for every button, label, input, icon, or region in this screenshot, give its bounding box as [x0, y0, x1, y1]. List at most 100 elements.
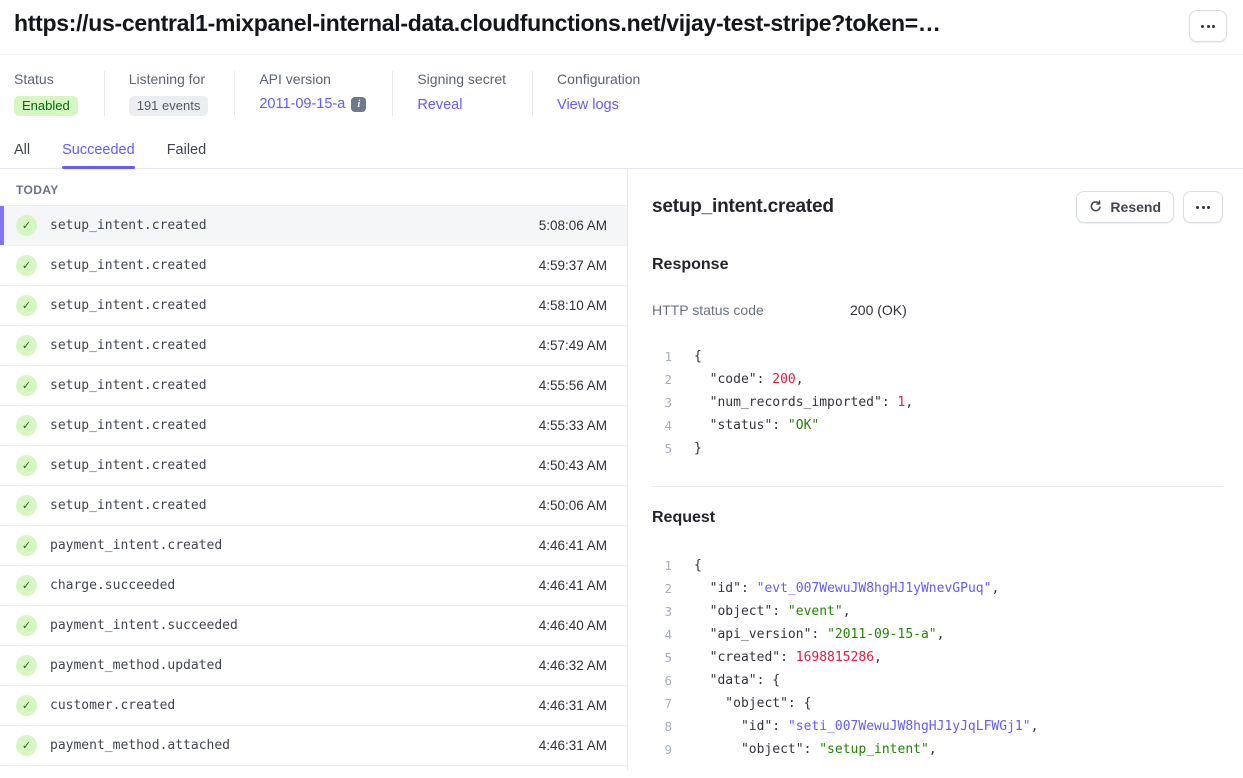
event-time: 5:08:06 AM: [539, 218, 607, 233]
event-name: payment_method.updated: [50, 658, 539, 673]
event-name: payment_intent.succeeded: [50, 618, 539, 633]
event-time: 4:55:33 AM: [539, 418, 607, 433]
tab-failed[interactable]: Failed: [167, 142, 207, 168]
event-list-row[interactable]: ✓ customer.created 4:46:31 AM: [0, 686, 627, 726]
stat-configuration: Configuration View logs: [532, 71, 666, 116]
event-name: setup_intent.created: [50, 418, 539, 433]
event-list-row[interactable]: ✓ setup_intent.created 4:50:43 AM: [0, 446, 627, 486]
info-icon[interactable]: i: [351, 97, 366, 112]
event-detail-title: setup_intent.created: [652, 196, 834, 218]
check-icon: ✓: [16, 295, 37, 316]
tab-all[interactable]: All: [14, 142, 30, 168]
event-detail-panel: setup_intent.created Resend Response: [628, 169, 1243, 770]
check-icon: ✓: [16, 655, 37, 676]
event-list-row[interactable]: ✓ setup_intent.created 5:08:06 AM: [0, 206, 627, 246]
check-icon: ✓: [16, 535, 37, 556]
event-list-row[interactable]: ✓ setup_intent.created 4:50:06 AM: [0, 486, 627, 526]
event-name: payment_method.attached: [50, 738, 539, 753]
check-icon: ✓: [16, 335, 37, 356]
reveal-secret-link[interactable]: Reveal: [417, 97, 462, 113]
event-name: setup_intent.created: [50, 298, 539, 313]
resend-icon: [1089, 200, 1103, 214]
check-icon: ✓: [16, 455, 37, 476]
status-badge: Enabled: [14, 96, 78, 116]
response-heading: Response: [652, 256, 1223, 274]
check-icon: ✓: [16, 375, 37, 396]
stat-label: Listening for: [129, 71, 209, 87]
header-overflow-button[interactable]: [1189, 10, 1227, 42]
event-list-row[interactable]: ✓ setup_intent.created 4:58:10 AM: [0, 286, 627, 326]
event-list-row[interactable]: ✓ setup_intent.created 4:55:33 AM: [0, 406, 627, 446]
check-icon: ✓: [16, 575, 37, 596]
filter-tabs: All Succeeded Failed: [0, 116, 1243, 169]
event-time: 4:46:40 AM: [539, 618, 607, 633]
tab-succeeded[interactable]: Succeeded: [62, 142, 135, 168]
resend-button[interactable]: Resend: [1076, 191, 1174, 223]
check-icon: ✓: [16, 735, 37, 756]
stat-status: Status Enabled: [14, 71, 104, 116]
event-name: setup_intent.created: [50, 338, 539, 353]
check-icon: ✓: [16, 215, 37, 236]
event-time: 4:55:56 AM: [539, 378, 607, 393]
event-list-row[interactable]: ✓ payment_intent.succeeded 4:46:40 AM: [0, 606, 627, 646]
ellipsis-icon: [1196, 206, 1199, 209]
event-time: 4:50:43 AM: [539, 458, 607, 473]
ellipsis-icon: [1207, 25, 1210, 28]
check-icon: ✓: [16, 615, 37, 636]
event-list-panel: TODAY ✓ setup_intent.created 5:08:06 AM …: [0, 169, 628, 770]
view-logs-link[interactable]: View logs: [557, 97, 619, 113]
event-name: setup_intent.created: [50, 378, 539, 393]
event-name: charge.succeeded: [50, 578, 539, 593]
event-list-row[interactable]: ✓ payment_intent.created 4:46:41 AM: [0, 526, 627, 566]
request-code-block: 1{2 "id": "evt_007WewuJW8hgHJ1yWnevGPuq"…: [652, 554, 1223, 761]
content-split: TODAY ✓ setup_intent.created 5:08:06 AM …: [0, 169, 1243, 770]
ellipsis-icon: [1212, 25, 1215, 28]
http-status-row: HTTP status code 200 (OK): [652, 302, 1223, 318]
event-list-row[interactable]: ✓ setup_intent.created 4:57:49 AM: [0, 326, 627, 366]
list-group-header: TODAY: [0, 169, 627, 206]
page-title: https://us-central1-mixpanel-internal-da…: [14, 10, 941, 37]
event-name: setup_intent.created: [50, 498, 539, 513]
event-list-row[interactable]: ✓ payment_method.attached 4:46:31 AM: [0, 726, 627, 766]
ellipsis-icon: [1207, 206, 1210, 209]
http-status-value: 200 (OK): [850, 302, 907, 318]
event-time: 4:58:10 AM: [539, 298, 607, 313]
event-time: 4:46:32 AM: [539, 658, 607, 673]
event-name: payment_intent.created: [50, 538, 539, 553]
stat-listening-for: Listening for 191 events: [104, 71, 235, 116]
ellipsis-icon: [1202, 206, 1205, 209]
stat-label: Configuration: [557, 71, 640, 87]
ellipsis-icon: [1201, 25, 1204, 28]
request-section: Request 1{2 "id": "evt_007WewuJW8hgHJ1yW…: [652, 486, 1223, 761]
event-name: setup_intent.created: [50, 458, 539, 473]
event-name: setup_intent.created: [50, 218, 539, 233]
event-list-row[interactable]: ✓ charge.succeeded 4:46:41 AM: [0, 566, 627, 606]
check-icon: ✓: [16, 695, 37, 716]
event-time: 4:57:49 AM: [539, 338, 607, 353]
event-time: 4:59:37 AM: [539, 258, 607, 273]
response-code-block: 1{2 "code": 200,3 "num_records_imported"…: [652, 345, 1223, 460]
detail-overflow-button[interactable]: [1183, 191, 1223, 223]
resend-button-label: Resend: [1110, 199, 1161, 215]
stat-signing-secret: Signing secret Reveal: [392, 71, 532, 116]
event-list-row[interactable]: ✓ setup_intent.created 4:59:37 AM: [0, 246, 627, 286]
stat-label: Status: [14, 71, 78, 87]
stat-label: API version: [259, 71, 366, 87]
event-time: 4:50:06 AM: [539, 498, 607, 513]
event-time: 4:46:31 AM: [539, 738, 607, 753]
event-list-row[interactable]: ✓ payment_method.updated 4:46:32 AM: [0, 646, 627, 686]
check-icon: ✓: [16, 415, 37, 436]
event-name: setup_intent.created: [50, 258, 539, 273]
event-time: 4:46:31 AM: [539, 698, 607, 713]
event-time: 4:46:41 AM: [539, 578, 607, 593]
event-list-row[interactable]: ✓ setup_intent.created 4:55:56 AM: [0, 366, 627, 406]
events-count-badge: 191 events: [129, 96, 209, 116]
response-section: Response HTTP status code 200 (OK) 1{2 "…: [652, 256, 1223, 460]
request-heading: Request: [652, 509, 1223, 527]
event-name: customer.created: [50, 698, 539, 713]
event-list-rows: ✓ setup_intent.created 5:08:06 AM ✓ setu…: [0, 206, 627, 766]
top-bar: https://us-central1-mixpanel-internal-da…: [0, 0, 1243, 55]
api-version-link[interactable]: 2011-09-15-a: [259, 96, 345, 112]
check-icon: ✓: [16, 495, 37, 516]
check-icon: ✓: [16, 255, 37, 276]
